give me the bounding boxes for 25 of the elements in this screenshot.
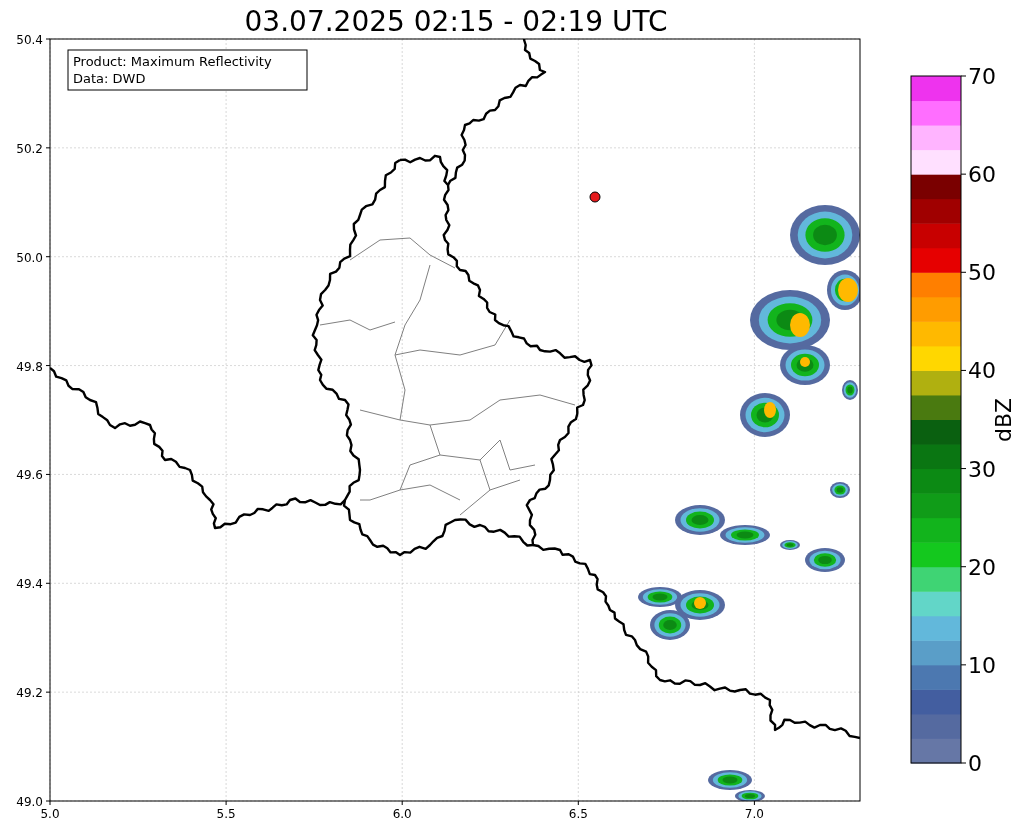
colorbar-tick-label: 30 [968, 456, 996, 482]
axis-tick-label: 50.0 [16, 250, 43, 265]
axis-tick-label: 49.0 [16, 795, 43, 809]
axis-tick-label: 49.2 [16, 686, 43, 701]
colorbar-tick-label: 50 [968, 260, 996, 286]
colorbar-label: dBZ [991, 397, 1016, 443]
colorbar-tick-label: 20 [968, 554, 996, 580]
axis-tick-label: 5.0 [40, 807, 60, 821]
colorbar-tick-label: 60 [968, 162, 996, 188]
axis-tick-label: 6.5 [568, 807, 588, 821]
colorbar-tick-label: 70 [968, 64, 996, 89]
axis-tick-label: 49.6 [16, 468, 43, 483]
chart-title: 03.07.2025 02:15 - 02:19 UTC [244, 5, 668, 38]
axis-tick-label: 49.4 [16, 577, 43, 592]
colorbar-tick-label: 10 [968, 652, 996, 678]
axis-tick-label: 49.8 [16, 359, 43, 374]
axis-tick-label: 6.0 [392, 807, 412, 821]
axis-tick-label: 50.2 [16, 141, 43, 156]
axis-tick-label: 5.5 [216, 807, 236, 821]
colorbar-tick-label: 40 [968, 358, 996, 384]
axis-tick-label: 7.0 [744, 807, 764, 821]
colorbar-tick-label: 0 [968, 751, 982, 776]
product-label: Product: Maximum Reflectivity [73, 54, 272, 69]
data-source-label: Data: DWD [73, 71, 146, 86]
axis-tick-label: 50.4 [16, 33, 43, 47]
